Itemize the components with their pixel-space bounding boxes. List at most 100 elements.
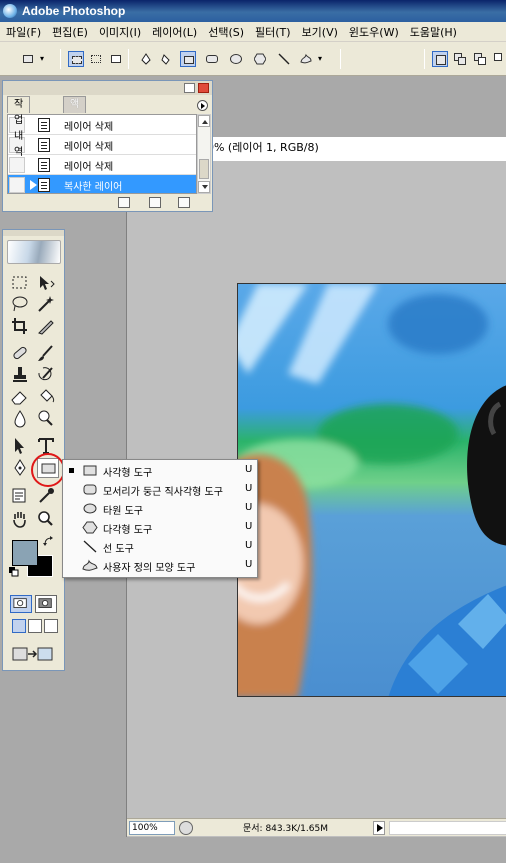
- move-tool-icon[interactable]: [35, 273, 57, 293]
- shape-layers-mode-button[interactable]: [68, 51, 84, 67]
- menu-window[interactable]: 윈도우(W): [349, 24, 399, 40]
- rectangle-option-button[interactable]: [180, 51, 196, 67]
- scroll-thumb[interactable]: [199, 159, 209, 179]
- menu-filter[interactable]: 필터(T): [255, 24, 291, 40]
- ellipse-option-button[interactable]: [228, 51, 244, 67]
- tab-actions[interactable]: 액션: [63, 96, 87, 126]
- toolbox-grip[interactable]: [3, 230, 64, 236]
- title-bar: Adobe Photoshop: [0, 0, 506, 22]
- swap-colors-icon[interactable]: [43, 536, 55, 548]
- healing-brush-tool-icon[interactable]: [9, 343, 31, 363]
- trash-icon[interactable]: [178, 197, 190, 208]
- crop-tool-icon[interactable]: [9, 316, 31, 336]
- fill-pixels-mode-button[interactable]: [108, 51, 124, 67]
- rounded-rectangle-option-button[interactable]: [204, 51, 220, 67]
- panel-menu-icon[interactable]: [197, 100, 208, 111]
- history-row-selected[interactable]: 복사한 레이어: [8, 175, 196, 193]
- notes-tool-icon[interactable]: [9, 486, 31, 506]
- line-option-button[interactable]: [276, 51, 292, 67]
- foreground-color-swatch[interactable]: [12, 540, 38, 566]
- clone-stamp-tool-icon[interactable]: [9, 365, 31, 385]
- flyout-item-line[interactable]: 선 도구 U: [63, 537, 257, 556]
- marquee-tool-icon[interactable]: [9, 273, 31, 293]
- history-row[interactable]: 레이어 삭제: [8, 135, 196, 155]
- status-arrow-button[interactable]: [373, 820, 385, 835]
- freeform-pen-option-icon[interactable]: [158, 51, 174, 67]
- flyout-item-custom-shape[interactable]: 사용자 정의 모양 도구 U: [63, 556, 257, 575]
- subtract-shape-area-button[interactable]: [472, 51, 488, 67]
- status-menu-icon[interactable]: [179, 820, 193, 835]
- full-screen-mode-button[interactable]: [44, 619, 58, 633]
- new-document-from-state-icon[interactable]: [118, 197, 130, 208]
- history-state-icon: [38, 138, 50, 152]
- close-icon[interactable]: [198, 83, 209, 93]
- menu-image[interactable]: 이미지(I): [99, 24, 141, 40]
- add-to-shape-area-button[interactable]: [452, 51, 468, 67]
- custom-shape-option-button[interactable]: [298, 51, 314, 67]
- polygon-option-button[interactable]: [252, 51, 268, 67]
- lasso-tool-icon[interactable]: [9, 294, 31, 314]
- brush-tool-icon[interactable]: [35, 343, 57, 363]
- scroll-down-icon[interactable]: [198, 181, 210, 193]
- panel-title-bar[interactable]: [3, 81, 212, 95]
- menu-edit[interactable]: 편집(E): [52, 24, 88, 40]
- document-image[interactable]: [237, 283, 506, 697]
- path-selection-tool-icon[interactable]: [9, 436, 31, 456]
- flyout-item-rectangle[interactable]: 사각형 도구 U: [63, 461, 257, 480]
- snapshot-camera-icon[interactable]: [149, 197, 161, 208]
- standard-screen-mode-button[interactable]: [12, 619, 26, 633]
- tool-preset-picker[interactable]: [20, 51, 36, 67]
- zoom-tool-icon[interactable]: [35, 509, 57, 529]
- paths-mode-button[interactable]: [88, 51, 104, 67]
- flyout-item-rounded-rectangle[interactable]: 모서리가 둥근 직사각형 도구 U: [63, 480, 257, 499]
- flyout-item-ellipse[interactable]: 타원 도구 U: [63, 499, 257, 518]
- tab-history[interactable]: 작업 내역: [7, 96, 31, 158]
- history-row[interactable]: 레이어 삭제: [8, 115, 196, 135]
- zoom-field[interactable]: 100%: [129, 820, 175, 835]
- menu-select[interactable]: 선택(S): [208, 24, 244, 40]
- standard-mode-button[interactable]: [10, 595, 32, 613]
- quick-mask-mode-button[interactable]: [35, 595, 57, 613]
- eraser-tool-icon[interactable]: [9, 387, 31, 407]
- toolbox: [2, 229, 65, 671]
- active-tool-bullet-icon: [69, 468, 74, 473]
- intersect-shape-area-button[interactable]: [492, 51, 506, 67]
- minimize-icon[interactable]: [184, 83, 195, 93]
- history-state-icon: [38, 178, 50, 192]
- snapshot-source-checkbox[interactable]: [9, 177, 25, 193]
- dodge-tool-icon[interactable]: [35, 408, 57, 428]
- jump-to-imageready-button[interactable]: [11, 644, 55, 664]
- hand-tool-icon[interactable]: [9, 509, 31, 529]
- paint-bucket-tool-icon[interactable]: [35, 387, 57, 407]
- history-brush-tool-icon[interactable]: [35, 365, 57, 385]
- slice-tool-icon[interactable]: [35, 316, 57, 336]
- document-size-status: 문서: 843.3K/1.65M: [243, 824, 328, 834]
- history-list: 레이어 삭제 레이어 삭제 레이어 삭제 복사한 레이어: [7, 114, 197, 194]
- shape-tool-flyout: 사각형 도구 U 모서리가 둥근 직사각형 도구 U 타원 도구 U 다각형 도…: [62, 459, 258, 578]
- flyout-item-polygon[interactable]: 다각형 도구 U: [63, 518, 257, 537]
- line-icon: [82, 540, 98, 553]
- status-bar: 100% 문서: 843.3K/1.65M: [127, 818, 506, 836]
- menu-layer[interactable]: 레이어(L): [152, 24, 197, 40]
- menu-view[interactable]: 보기(V): [302, 24, 338, 40]
- pen-tool-option-icon[interactable]: [138, 51, 154, 67]
- custom-shape-dropdown-icon[interactable]: ▾: [318, 51, 334, 67]
- rectangle-icon: [82, 464, 98, 477]
- default-colors-icon[interactable]: [9, 567, 19, 577]
- blur-tool-icon[interactable]: [9, 408, 31, 428]
- scroll-up-icon[interactable]: [198, 115, 210, 127]
- full-screen-menu-mode-button[interactable]: [28, 619, 42, 633]
- eyedropper-tool-icon[interactable]: [35, 486, 57, 506]
- create-new-shape-layer-button[interactable]: [432, 51, 448, 67]
- menu-bar: 파일(F) 편집(E) 이미지(I) 레이어(L) 선택(S) 필터(T) 보기…: [0, 22, 506, 42]
- history-row[interactable]: 레이어 삭제: [8, 155, 196, 175]
- history-scrollbar[interactable]: [197, 114, 211, 194]
- magic-wand-tool-icon[interactable]: [35, 294, 57, 314]
- horizontal-scrollbar[interactable]: [389, 820, 506, 835]
- photoshop-feather-logo[interactable]: [7, 240, 61, 264]
- history-state-marker-icon: [30, 180, 37, 190]
- pen-tool-icon[interactable]: [9, 458, 31, 478]
- menu-file[interactable]: 파일(F): [6, 24, 41, 40]
- menu-help[interactable]: 도움말(H): [410, 24, 457, 40]
- tool-preset-dropdown-icon[interactable]: ▾: [40, 51, 56, 67]
